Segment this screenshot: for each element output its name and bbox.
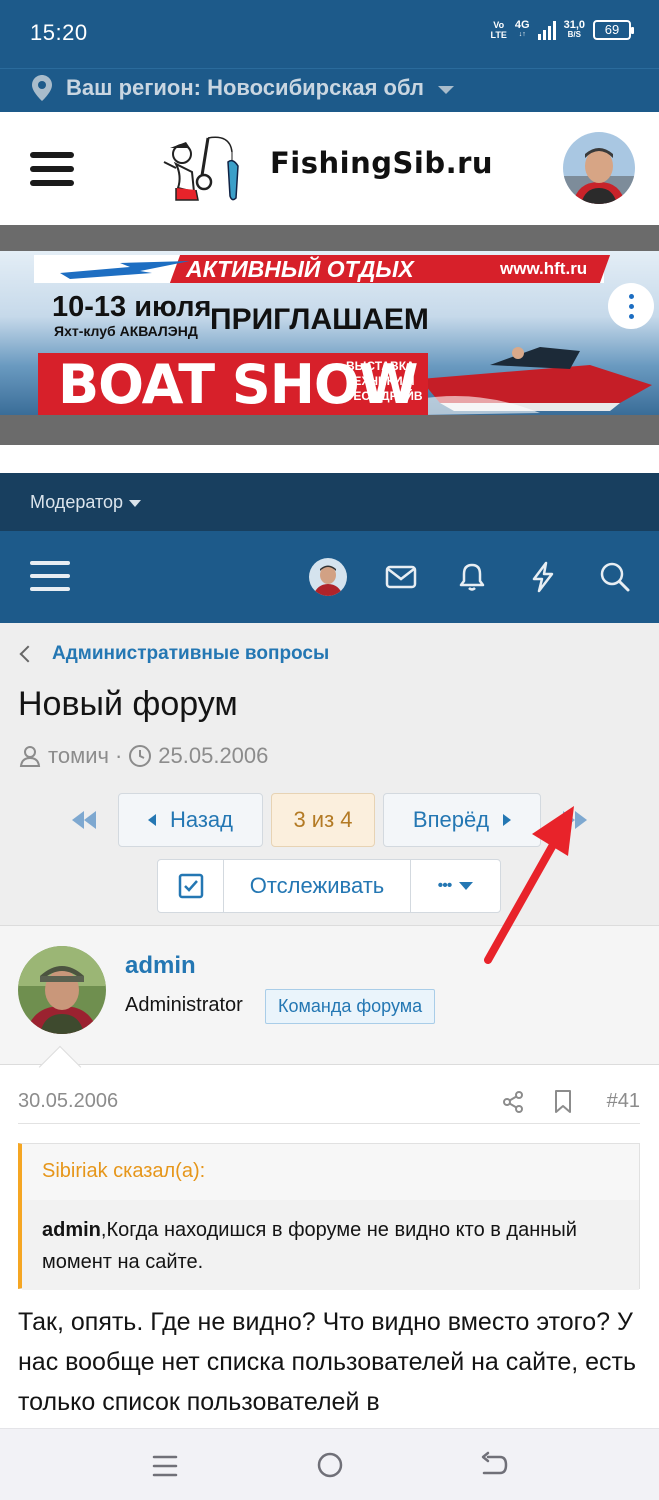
lightning-graphic-icon <box>60 261 190 279</box>
quote-author[interactable]: Sibiriak сказал(а): <box>42 1160 205 1183</box>
battery-icon: 69 <box>593 20 634 40</box>
android-navigation-bar <box>0 1428 659 1500</box>
current-page-indicator[interactable]: 3 из 4 <box>271 793 375 847</box>
clock-icon <box>129 745 152 767</box>
chevron-down-icon <box>438 86 455 94</box>
admin-photo-icon <box>18 946 106 1034</box>
quote-block: Sibiriak сказал(а): admin,Когда находишс… <box>18 1143 640 1290</box>
user-icon <box>19 746 41 767</box>
post-number[interactable]: #41 <box>607 1090 640 1113</box>
lightning-icon[interactable] <box>525 559 561 595</box>
forum-menu-icon[interactable] <box>30 561 70 593</box>
ad-venue: Яхт-клуб АКВАЛЭНД <box>54 323 198 339</box>
home-icon[interactable] <box>316 1451 344 1479</box>
watch-button[interactable]: Отслеживать <box>224 860 411 912</box>
bookmark-icon[interactable] <box>552 1089 574 1115</box>
forum-nav-bar <box>0 531 659 623</box>
bell-icon[interactable] <box>454 559 490 595</box>
thread-date[interactable]: 25.05.2006 <box>158 743 268 769</box>
share-icon[interactable] <box>501 1090 525 1114</box>
first-page-icon[interactable] <box>72 811 96 829</box>
quote-mention: admin <box>42 1219 101 1241</box>
thread-author[interactable]: томич <box>48 743 109 769</box>
triangle-left-icon <box>147 814 156 826</box>
post-meta: 30.05.2006 #41 <box>18 1078 640 1124</box>
recent-apps-icon[interactable] <box>152 1453 178 1479</box>
select-thread-button[interactable] <box>158 860 224 912</box>
ad-banner[interactable]: АКТИВНЫЙ ОТДЫХ www.hft.ru 10-13 июля Яхт… <box>0 251 659 415</box>
status-bar: 15:20 Vo LTE 4G ↓↑ 31,0 B/S 69 <box>0 0 659 68</box>
caret-down-icon <box>129 499 142 507</box>
ad-headline: АКТИВНЫЙ ОТДЫХ <box>186 256 414 282</box>
nav-user-avatar[interactable] <box>309 558 347 596</box>
checkbox-icon <box>178 873 203 899</box>
ad-invite: ПРИГЛАШАЕМ <box>210 303 429 336</box>
network-type: 4G ↓↑ <box>514 19 530 39</box>
status-icons: Vo LTE 4G ↓↑ 31,0 B/S 69 <box>490 19 634 40</box>
ad-options-icon[interactable] <box>608 283 654 329</box>
red-arrow-annotation-icon <box>484 806 574 964</box>
breadcrumb[interactable]: Административные вопросы <box>19 643 329 665</box>
location-pin-icon <box>32 75 52 101</box>
meta-separator: · <box>114 743 123 768</box>
moderator-menu[interactable]: Модератор <box>30 492 142 513</box>
thread-meta: томич · 25.05.2006 <box>18 743 268 769</box>
search-icon[interactable] <box>597 559 633 595</box>
ad-banner-area: АКТИВНЫЙ ОТДЫХ www.hft.ru 10-13 июля Яхт… <box>0 225 659 445</box>
site-menu-icon[interactable] <box>30 152 74 186</box>
nav-avatar-photo-icon <box>309 558 347 596</box>
signal-icon <box>537 20 556 40</box>
battery-level: 69 <box>604 22 620 37</box>
post-user-role: Administrator <box>125 994 243 1016</box>
avatar-photo-icon <box>563 132 635 204</box>
envelope-icon[interactable] <box>383 559 419 595</box>
chevron-left-icon <box>19 645 37 663</box>
post-username[interactable]: admin <box>125 952 196 980</box>
quote-text: ,Когда находишся в форуме не видно кто в… <box>42 1219 577 1273</box>
thread-title: Новый форум <box>18 685 238 723</box>
thread-tools: Отслеживать ••• <box>157 859 501 913</box>
fisherman-logo-icon[interactable] <box>160 132 242 204</box>
region-label: Ваш регион: Новосибирская обл <box>66 75 425 100</box>
quote-body: admin,Когда находишся в форуме не видно … <box>22 1200 639 1290</box>
moderator-bar: Модератор <box>0 473 659 531</box>
ad-url: www.hft.ru <box>500 259 588 278</box>
post-body: Так, опять. Где не видно? Что видно вмес… <box>18 1308 636 1416</box>
staff-badge: Команда форума <box>265 989 436 1024</box>
breadcrumb-link[interactable]: Административные вопросы <box>52 643 329 665</box>
post-date[interactable]: 30.05.2006 <box>18 1090 118 1113</box>
motorboat-graphic-icon <box>420 347 652 415</box>
back-icon[interactable] <box>480 1451 508 1479</box>
post-author-avatar[interactable] <box>18 946 106 1034</box>
net-speed: 31,0 B/S <box>563 19 585 40</box>
ad-dates: 10-13 июля <box>52 291 212 323</box>
more-dots-icon: ••• <box>437 877 453 894</box>
region-selector[interactable]: Ваш регион: Новосибирская обл <box>32 75 455 101</box>
site-logo-text[interactable]: FishingSib.ru <box>270 146 493 180</box>
user-avatar[interactable] <box>563 132 635 204</box>
status-time: 15:20 <box>30 20 88 45</box>
volte-indicator: Vo LTE <box>490 20 507 40</box>
ad-details: ВЫСТАВКА ТЕХНИКИ И ТЕСТ-ДРАЙВ <box>346 359 423 403</box>
region-bar[interactable]: Ваш регион: Новосибирская обл <box>0 68 659 112</box>
site-header: FishingSib.ru <box>0 112 659 225</box>
prev-page-button[interactable]: Назад <box>118 793 263 847</box>
